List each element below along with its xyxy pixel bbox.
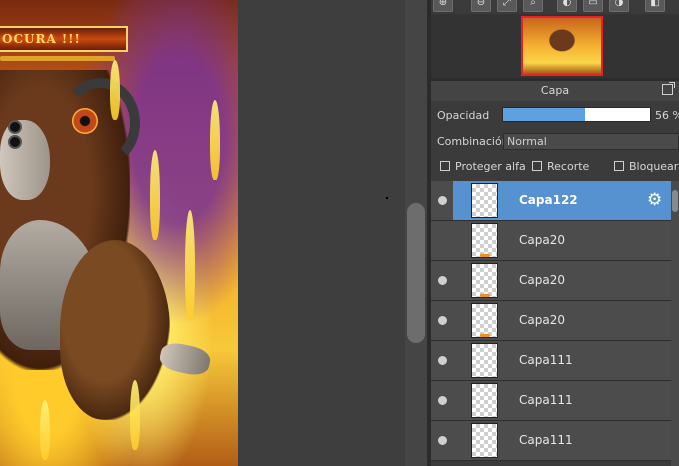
zoom-actual-icon[interactable]: ⌕ xyxy=(523,0,543,12)
layer-row[interactable]: Capa122 ⚙ xyxy=(431,181,671,221)
layer-panel-title: Capa xyxy=(540,84,570,97)
rotate-right-icon[interactable]: ◑ xyxy=(609,0,629,12)
layer-name[interactable]: Capa20 xyxy=(519,273,565,287)
navigator-toolbar: ⊕ ⊖ ⤢ ⌕ ◐ ▭ ◑ ◧ xyxy=(431,0,679,14)
canvas-artwork[interactable]: OCURA !!! xyxy=(0,0,238,466)
artwork-flame xyxy=(185,210,195,320)
layer-row[interactable]: Capa111 xyxy=(431,421,671,461)
opacity-slider[interactable] xyxy=(502,107,651,122)
layer-name[interactable]: Capa20 xyxy=(519,233,565,247)
artwork-eye xyxy=(8,135,22,149)
print-icon[interactable]: ▭ xyxy=(583,0,603,12)
flip-icon[interactable]: ◧ xyxy=(645,0,665,12)
layer-thumbnail-content xyxy=(480,334,490,337)
detach-panel-icon[interactable] xyxy=(662,82,675,95)
layer-thumbnail-content xyxy=(480,254,490,257)
zoom-out-icon[interactable]: ⊖ xyxy=(471,0,491,12)
artwork-banner: OCURA !!! xyxy=(0,26,128,52)
layer-settings-gear-icon[interactable]: ⚙ xyxy=(647,192,664,209)
layer-thumbnail[interactable] xyxy=(471,263,498,298)
layer-visibility-toggle[interactable] xyxy=(431,221,453,260)
layer-thumbnail[interactable] xyxy=(471,223,498,258)
layer-visibility-toggle[interactable] xyxy=(431,381,453,420)
layer-name[interactable]: Capa111 xyxy=(519,433,573,447)
layer-row[interactable]: Capa20 xyxy=(431,221,671,261)
blend-mode-value: Normal xyxy=(507,135,547,148)
layer-row[interactable]: Capa111 xyxy=(431,341,671,381)
layer-panel-header: Capa xyxy=(431,81,679,101)
protect-alpha-box[interactable] xyxy=(440,161,450,171)
layer-thumbnail[interactable] xyxy=(471,383,498,418)
layer-thumbnail[interactable] xyxy=(471,343,498,378)
visibility-dot-icon[interactable] xyxy=(438,196,447,205)
layer-thumbnail[interactable] xyxy=(471,423,498,458)
layer-visibility-toggle[interactable] xyxy=(431,421,453,460)
cursor-dot xyxy=(386,197,388,199)
artwork-flame xyxy=(110,60,120,120)
layer-list-scrollbar[interactable] xyxy=(671,181,679,466)
layer-name[interactable]: Capa20 xyxy=(519,313,565,327)
layer-visibility-toggle[interactable] xyxy=(431,181,453,220)
artwork-banner-text: OCURA !!! xyxy=(2,32,81,46)
artwork-flame xyxy=(40,400,50,460)
clipping-label: Recorte xyxy=(547,160,590,173)
visibility-dot-icon[interactable] xyxy=(438,396,447,405)
visibility-dot-icon[interactable] xyxy=(438,276,447,285)
layer-thumbnail-content xyxy=(480,294,490,297)
layer-name[interactable]: Capa122 xyxy=(519,193,578,207)
zoom-in-icon[interactable]: ⊕ xyxy=(433,0,453,12)
opacity-value: 56 % xyxy=(655,109,679,122)
lock-checkbox[interactable]: Bloquear xyxy=(614,160,678,174)
artwork-face xyxy=(0,120,50,200)
layer-row[interactable]: Capa20 xyxy=(431,261,671,301)
blend-mode-select[interactable]: Normal xyxy=(503,133,679,150)
visibility-dot-icon[interactable] xyxy=(438,316,447,325)
opacity-label: Opacidad xyxy=(437,109,490,122)
app-window: OCURA !!! ⊕ ⊖ ⤢ ⌕ ◐ ▭ ◑ ◧ Capa Opacidad xyxy=(0,0,679,466)
layer-name[interactable]: Capa111 xyxy=(519,393,573,407)
clipping-box[interactable] xyxy=(532,161,542,171)
layer-list: Capa122 ⚙ Capa20 Capa20 Capa20 Capa111 Capa111… xyxy=(431,181,671,466)
layer-thumbnail[interactable] xyxy=(471,183,498,218)
layer-name[interactable]: Capa111 xyxy=(519,353,573,367)
protect-alpha-checkbox[interactable]: Proteger alfa xyxy=(440,160,526,174)
lock-box[interactable] xyxy=(614,161,624,171)
artwork-fur xyxy=(60,240,170,420)
layer-row[interactable]: Capa111 xyxy=(431,381,671,421)
artwork-eye xyxy=(8,120,22,134)
fit-view-icon[interactable]: ⤢ xyxy=(497,0,517,12)
rotate-left-icon[interactable]: ◐ xyxy=(557,0,577,12)
layer-thumbnail[interactable] xyxy=(471,303,498,338)
navigator-preview-area xyxy=(431,14,679,78)
artwork-banner-bar xyxy=(0,56,115,61)
layer-visibility-toggle[interactable] xyxy=(431,301,453,340)
artwork-flame xyxy=(130,380,140,450)
layer-visibility-toggle[interactable] xyxy=(431,341,453,380)
blend-mode-label: Combinación xyxy=(437,135,509,148)
visibility-dot-icon[interactable] xyxy=(438,436,447,445)
artwork-horn-eye xyxy=(72,108,98,134)
lock-label: Bloquear xyxy=(629,160,679,173)
artwork-flame xyxy=(210,100,220,180)
layer-row[interactable]: Capa20 xyxy=(431,301,671,341)
canvas-workspace[interactable] xyxy=(238,0,424,466)
artwork-flame xyxy=(150,150,160,240)
canvas-scrollbar-thumb[interactable] xyxy=(407,203,425,343)
clipping-checkbox[interactable]: Recorte xyxy=(532,160,589,174)
protect-alpha-label: Proteger alfa xyxy=(455,160,526,173)
layer-visibility-toggle[interactable] xyxy=(431,261,453,300)
opacity-slider-fill xyxy=(503,108,586,121)
visibility-dot-icon[interactable] xyxy=(438,356,447,365)
layer-list-scrollbar-thumb[interactable] xyxy=(672,190,678,212)
navigator-thumbnail[interactable] xyxy=(521,16,603,76)
